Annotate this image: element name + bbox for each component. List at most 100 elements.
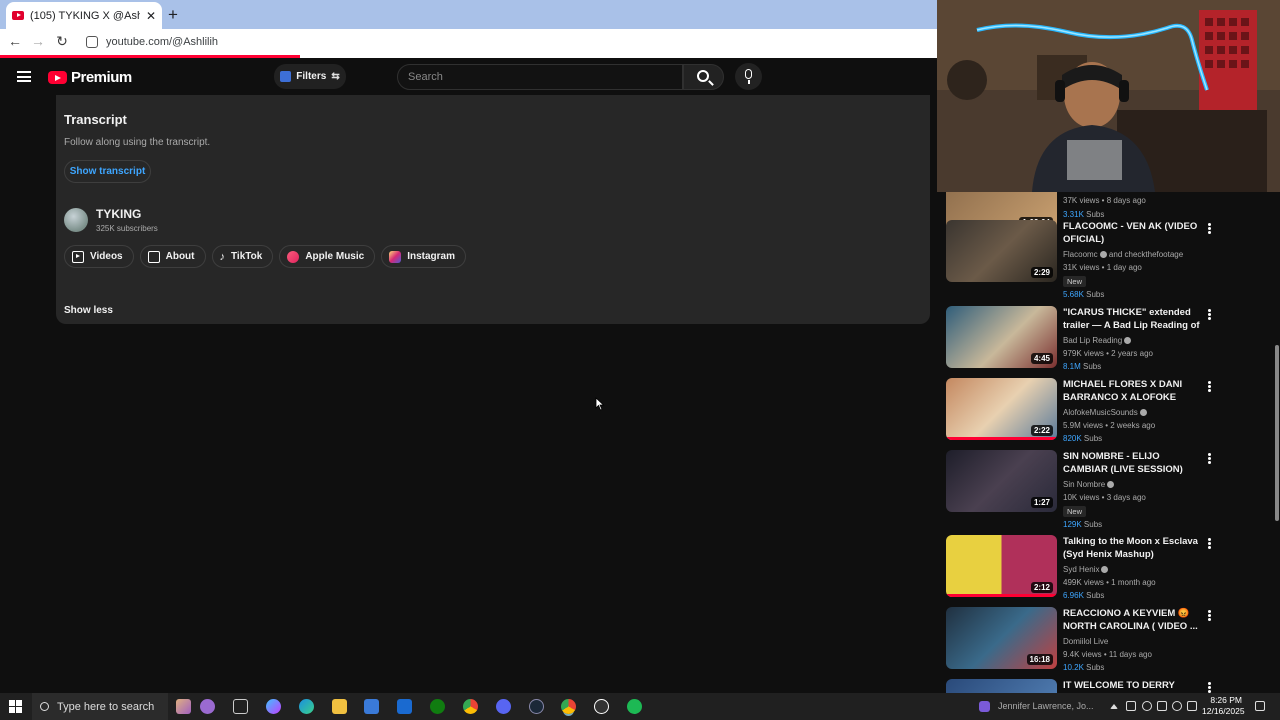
discord-icon[interactable]: [496, 699, 511, 714]
network-icon[interactable]: [1157, 701, 1167, 711]
video-meta: 37K views • 8 days ago: [1063, 196, 1146, 205]
now-playing-text[interactable]: Jennifer Lawrence, Jo...: [998, 701, 1094, 711]
search-button[interactable]: [683, 64, 724, 90]
widget-icon[interactable]: [176, 699, 191, 714]
chrome-icon[interactable]: [463, 699, 478, 714]
task-view-icon[interactable]: [233, 699, 248, 714]
video-title[interactable]: SIN NOMBRE - ELIJO CAMBIAR (LIVE SESSION…: [1063, 450, 1201, 476]
video-description-panel: Transcript Follow along using the transc…: [56, 95, 930, 324]
hamburger-menu-icon[interactable]: [17, 71, 31, 82]
mail-icon[interactable]: [397, 699, 412, 714]
channel-subs: 3.31K Subs: [1063, 210, 1104, 219]
media-player-icon[interactable]: [979, 701, 990, 712]
xbox-icon[interactable]: [430, 699, 445, 714]
webcam-image: [937, 0, 1280, 192]
tiktok-link-button[interactable]: ♪ TikTok: [211, 245, 274, 268]
subs-count: 5.68K: [1063, 290, 1084, 299]
chrome-active-icon[interactable]: [561, 699, 576, 714]
video-title[interactable]: "ICARUS THICKE" extended trailer — A Bad…: [1063, 306, 1201, 333]
sidebar-scrollbar[interactable]: [1273, 192, 1280, 693]
video-channel[interactable]: Syd Henix: [1063, 565, 1109, 574]
system-clock[interactable]: 8:26 PM 12/16/2025: [1202, 695, 1245, 717]
video-duration: 2:22: [1030, 425, 1053, 436]
microphone-tray-icon[interactable]: [1142, 701, 1152, 711]
subs-suffix: Subs: [1080, 362, 1102, 371]
volume-icon[interactable]: [1187, 701, 1197, 711]
site-info-icon[interactable]: [86, 36, 98, 48]
steam-icon[interactable]: [529, 699, 544, 714]
videos-link-button[interactable]: Videos: [64, 245, 134, 268]
video-title[interactable]: REACCIONO A KEYVIEM 😡 NORTH CAROLINA ( V…: [1063, 607, 1201, 633]
video-channel[interactable]: Domiilol Live: [1063, 637, 1108, 646]
notifications-icon[interactable]: [1255, 701, 1265, 711]
channel-name[interactable]: TYKING: [96, 207, 141, 221]
videos-link-label: Videos: [90, 251, 123, 262]
search-input[interactable]: Search: [397, 64, 683, 90]
video-thumbnail[interactable]: [946, 679, 1057, 693]
tray-icon[interactable]: [1126, 701, 1136, 711]
address-bar[interactable]: youtube.com/@Ashlilih: [80, 31, 935, 53]
video-channel[interactable]: AlofokeMusicSounds: [1063, 408, 1147, 417]
video-channel[interactable]: Flacoomc and checkthefootage: [1063, 250, 1183, 259]
video-title[interactable]: FLACOOMC - VEN AK (VIDEO OFICIAL): [1063, 220, 1201, 246]
browser-tab-youtube[interactable]: (105) TYKING X @Ashlilih - TQ ✕: [6, 2, 162, 29]
sliders-icon: ⇆: [331, 71, 340, 82]
microphone-icon: [745, 69, 752, 79]
video-title[interactable]: Talking to the Moon x Esclava (Syd Henix…: [1063, 535, 1201, 561]
tab-close-icon[interactable]: ✕: [146, 9, 156, 23]
person-icon: [147, 250, 160, 263]
voice-search-button[interactable]: [735, 63, 762, 90]
scrollbar-thumb[interactable]: [1275, 345, 1279, 521]
video-title[interactable]: MICHAEL FLORES X DANI BARRANCO X ALOFOKE…: [1063, 378, 1201, 405]
back-button[interactable]: ←: [6, 33, 24, 49]
file-explorer-icon[interactable]: [332, 699, 347, 714]
video-thumbnail[interactable]: 1:27: [946, 450, 1057, 512]
more-options-icon[interactable]: [1208, 538, 1211, 549]
extension-icon: [280, 71, 292, 82]
about-link-button[interactable]: About: [139, 245, 206, 268]
more-options-icon[interactable]: [1208, 453, 1211, 464]
video-meta: 10K views • 3 days ago: [1063, 493, 1146, 502]
chevron-up-icon[interactable]: [1110, 704, 1118, 709]
verified-icon: [1099, 251, 1107, 259]
show-transcript-button[interactable]: Show transcript: [64, 160, 151, 183]
channel-name: Sin Nombre: [1063, 480, 1106, 489]
copilot-icon[interactable]: [266, 699, 281, 714]
widget-icon[interactable]: [200, 699, 215, 714]
video-channel[interactable]: Bad Lip Reading: [1063, 336, 1132, 345]
edge-icon[interactable]: [299, 699, 314, 714]
filters-button[interactable]: Filters ⇆: [274, 64, 346, 89]
reload-button[interactable]: ↻: [53, 33, 71, 50]
spotify-icon[interactable]: [627, 699, 642, 714]
new-tab-button[interactable]: +: [168, 5, 178, 25]
video-thumbnail[interactable]: 4:45: [946, 306, 1057, 368]
channel-avatar[interactable]: [64, 208, 88, 232]
more-options-icon[interactable]: [1208, 682, 1211, 693]
channel-links: Videos About ♪ TikTok Apple Music Instag…: [64, 245, 467, 268]
video-thumbnail[interactable]: 2:12: [946, 535, 1057, 597]
apple-music-link-button[interactable]: Apple Music: [279, 245, 376, 268]
microphone-stand: [748, 80, 750, 84]
more-options-icon[interactable]: [1208, 610, 1211, 621]
video-thumbnail[interactable]: 16:18: [946, 607, 1057, 669]
youtube-premium-logo[interactable]: Premium: [48, 69, 132, 86]
windows-start-icon[interactable]: [9, 700, 22, 713]
channel-name: Syd Henix: [1063, 565, 1100, 574]
video-channel[interactable]: Sin Nombre: [1063, 480, 1115, 489]
more-options-icon[interactable]: [1208, 309, 1211, 320]
show-less-button[interactable]: Show less: [64, 305, 113, 316]
video-meta: 499K views • 1 month ago: [1063, 578, 1156, 587]
more-options-icon[interactable]: [1208, 223, 1211, 234]
video-title[interactable]: IT WELCOME TO DERRY: [1063, 679, 1201, 692]
instagram-link-button[interactable]: Instagram: [381, 245, 467, 268]
video-thumbnail[interactable]: 2:29: [946, 220, 1057, 282]
forward-button[interactable]: →: [29, 33, 47, 49]
more-options-icon[interactable]: [1208, 381, 1211, 392]
video-meta: 31K views • 1 day ago: [1063, 263, 1142, 272]
obs-icon[interactable]: [594, 699, 609, 714]
taskbar-search-input[interactable]: Type here to search: [32, 693, 168, 720]
video-thumbnail[interactable]: 2:22: [946, 378, 1057, 440]
wifi-icon[interactable]: [1172, 701, 1182, 711]
store-icon[interactable]: [364, 699, 379, 714]
video-meta: 9.4K views • 11 days ago: [1063, 650, 1152, 659]
